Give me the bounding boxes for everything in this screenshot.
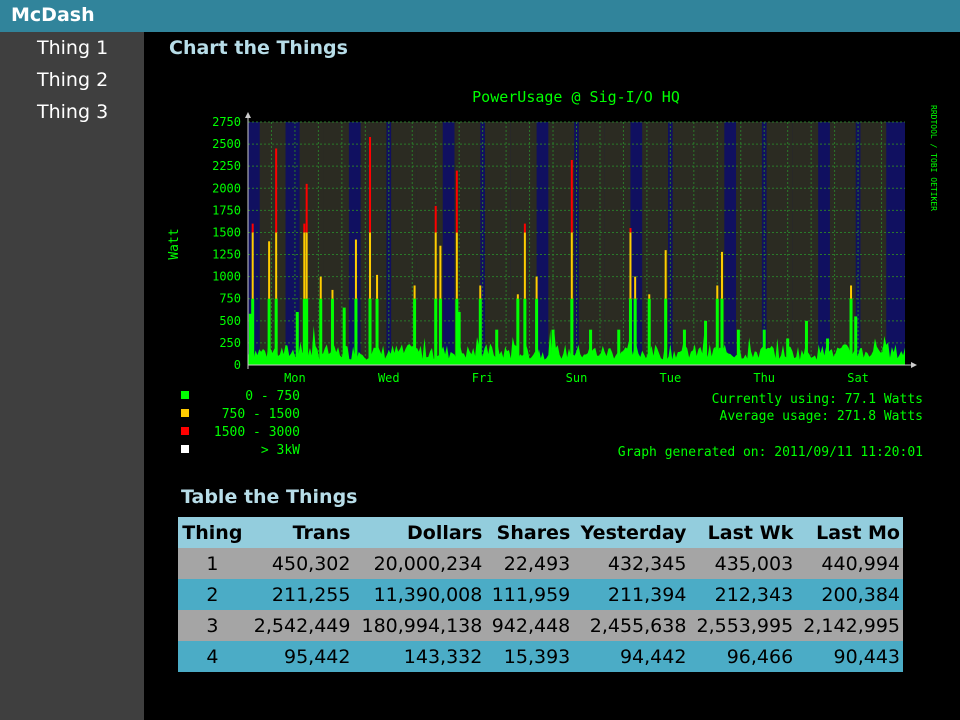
y-axis-label: Watt [167,228,182,259]
chart-day-band [578,122,605,365]
column-header-dollars: Dollars [353,517,486,548]
table-cell: 20,000,234 [353,548,486,579]
table-cell: 143,332 [353,641,486,672]
things-table: Thing Trans Dollars Shares Yesterday Las… [178,517,903,672]
y-tick-label: 2500 [212,137,241,151]
column-header-yesterday: Yesterday [573,517,690,548]
chart-day-band [604,122,631,365]
x-tick-label: Sat [847,371,869,385]
chart-day-band [766,122,793,365]
table-cell: 2,142,995 [796,610,903,641]
table-cell: 212,343 [689,579,797,610]
x-tick-label: Thu [753,371,775,385]
x-tick-label: Sun [566,371,588,385]
table-cell: 11,390,008 [353,579,486,610]
table-cell: 22,493 [485,548,574,579]
table-row: 2 211,255 11,390,008 111,959 211,394 212… [178,579,903,610]
column-header-trans: Trans [246,517,354,548]
chart-day-band [391,122,417,365]
table-cell: 111,959 [485,579,574,610]
chart-day-band [548,122,575,365]
column-header-thing: Thing [178,517,247,548]
y-tick-label: 500 [219,314,241,328]
table-cell: 211,255 [246,579,354,610]
table-cell: 95,442 [246,641,354,672]
table-cell: 15,393 [485,641,574,672]
chart-day-band [672,122,699,365]
chart-day-band [860,122,887,365]
table-cell: 2,542,449 [246,610,354,641]
legend-swatch [181,427,189,435]
table-cell: 1 [178,548,247,579]
table-cell: 942,448 [485,610,574,641]
sidebar: Thing 1 Thing 2 Thing 3 [0,32,144,720]
legend-swatch [181,391,189,399]
table-section-title: Table the Things [181,486,358,508]
chart-generated-on: Graph generated on: 2011/09/11 11:20:01 [618,445,923,460]
y-tick-label: 2000 [212,181,241,195]
table-cell: 450,302 [246,548,354,579]
table-cell: 211,394 [573,579,690,610]
y-tick-label: 1250 [212,248,241,262]
chart-day-band [642,122,669,365]
y-tick-label: 2750 [212,115,241,129]
table-cell: 180,994,138 [353,610,486,641]
table-cell: 2 [178,579,247,610]
sidebar-item-thing-2[interactable]: Thing 2 [37,69,108,91]
table-header-row: Thing Trans Dollars Shares Yesterday Las… [178,517,903,548]
chart-section-title: Chart the Things [169,37,348,59]
x-tick-label: Tue [660,371,682,385]
table-cell: 96,466 [689,641,797,672]
table-cell: 3 [178,610,247,641]
y-tick-label: 0 [234,358,241,372]
table-cell: 435,003 [689,548,797,579]
table-row: 1 450,302 20,000,234 22,493 432,345 435,… [178,548,903,579]
chart-current-usage: Currently using: 77.1 Watts [712,392,923,407]
chart-day-band [698,122,725,365]
table-cell: 432,345 [573,548,690,579]
table-cell: 200,384 [796,579,903,610]
chart-day-band [416,122,443,365]
table-cell: 440,994 [796,548,903,579]
table-row: 3 2,542,449 180,994,138 942,448 2,455,63… [178,610,903,641]
chart-day-band [259,122,286,365]
y-tick-label: 1500 [212,225,241,239]
column-header-last-mo: Last Mo [796,517,903,548]
x-tick-label: Wed [378,371,400,385]
sidebar-item-thing-3[interactable]: Thing 3 [37,101,108,123]
sidebar-item-thing-1[interactable]: Thing 1 [37,37,108,59]
x-tick-label: Mon [284,371,306,385]
legend-label: 1500 - 3000 [214,425,300,440]
y-tick-label: 2250 [212,159,241,173]
table-cell: 90,443 [796,641,903,672]
y-tick-label: 250 [219,336,241,350]
y-tick-label: 1000 [212,270,241,284]
y-axis-arrow [245,112,251,118]
chart-average-usage: Average usage: 271.8 Watts [720,409,924,424]
x-axis-arrow [911,362,917,368]
app-title-bar: McDash [0,0,960,32]
chart-day-band [736,122,762,365]
power-usage-chart: 0 250 500 750 1000 1250 1500 1750 2000 2250 2500 27… [167,88,938,460]
chart-day-band [360,122,387,365]
x-tick-label: Fri [472,371,494,385]
column-header-last-wk: Last Wk [689,517,797,548]
legend-label: 0 - 750 [245,389,300,404]
y-tick-label: 750 [219,292,241,306]
chart-side-label: RRDTOOL / TOBI OETIKER [929,105,938,211]
chart-title: PowerUsage @ Sig-I/O HQ [472,88,680,106]
table-cell: 2,553,995 [689,610,797,641]
table-row: 4 95,442 143,332 15,393 94,442 96,466 90… [178,641,903,672]
legend-swatch [181,409,189,417]
legend-label: > 3kW [261,443,300,458]
app-title: McDash [11,4,95,26]
table-cell: 4 [178,641,247,672]
legend-label: 750 - 1500 [222,407,300,422]
y-tick-label: 1750 [212,203,241,217]
table-cell: 94,442 [573,641,690,672]
column-header-shares: Shares [485,517,574,548]
legend-swatch [181,445,189,453]
table-cell: 2,455,638 [573,610,690,641]
chart-day-band [484,122,511,365]
